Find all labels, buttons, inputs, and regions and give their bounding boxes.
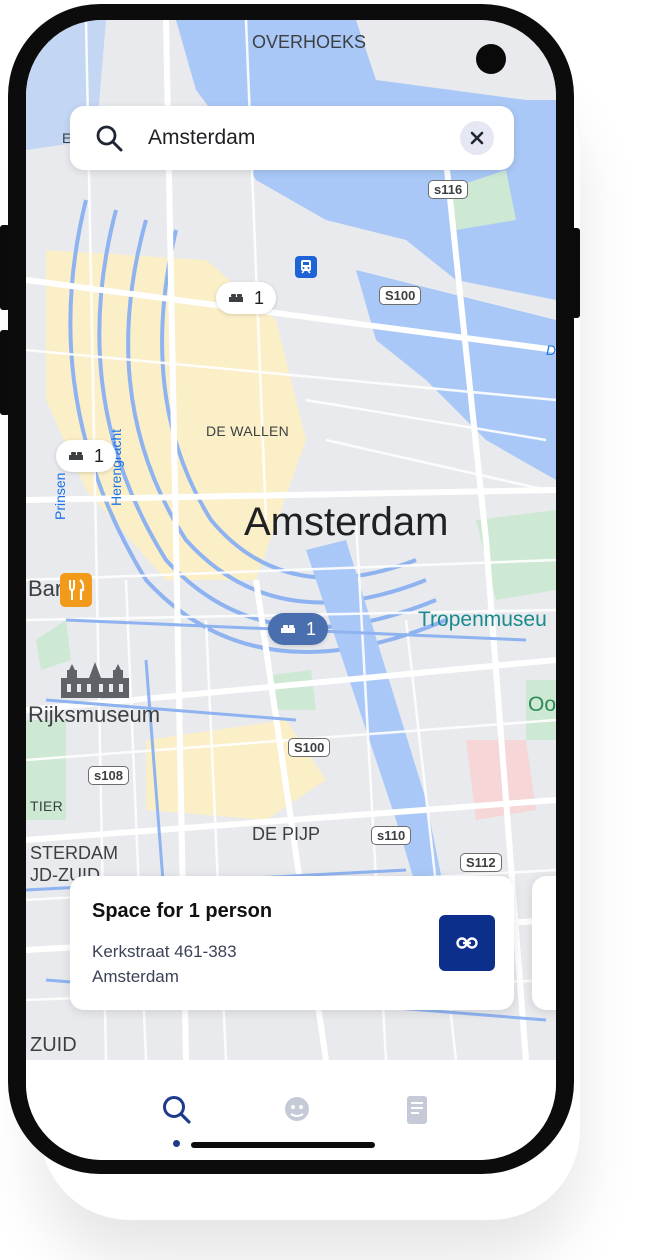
map-label-de-pijp: DE PIJP <box>252 824 321 844</box>
map-marker-accommodation[interactable]: 1 <box>216 282 277 314</box>
search-icon <box>96 125 123 152</box>
nav-tab-search[interactable] <box>159 1092 195 1128</box>
nav-tab-chat[interactable] <box>279 1092 315 1128</box>
route-shield: s116 <box>428 180 469 199</box>
map-label-bar: Bar <box>28 576 63 601</box>
map-label-tropenmuseum: Tropenmuseu <box>418 608 547 631</box>
train-station-icon[interactable] <box>295 256 317 278</box>
chat-icon <box>285 1097 309 1121</box>
clear-search-button[interactable] <box>460 121 494 155</box>
phone-frame: OVERHOEKS E D DE WALLEN Prinsen Herengra… <box>8 4 574 1174</box>
restaurant-icon[interactable] <box>60 573 92 607</box>
nav-tab-documents[interactable] <box>399 1092 435 1128</box>
map-label-zuid: ZUID <box>30 1034 77 1056</box>
route-shield: s110 <box>371 826 412 845</box>
search-icon <box>163 1096 191 1124</box>
map-marker-accommodation-selected[interactable]: 1 <box>268 613 329 645</box>
map-label-prinsengracht: Prinsen <box>52 472 68 520</box>
map-label-rijksmuseum: Rijksmuseum <box>28 702 161 727</box>
map-label-fragment-d: D <box>546 342 556 358</box>
active-tab-indicator <box>173 1140 180 1147</box>
listing-address-street: Kerkstraat 461-383 <box>92 942 237 961</box>
document-icon <box>407 1096 427 1124</box>
bed-icon <box>69 452 83 460</box>
marker-count: 1 <box>254 287 265 308</box>
close-icon <box>470 131 484 145</box>
bed-icon <box>229 294 243 302</box>
map-label-oost: Oos <box>528 693 556 716</box>
marker-count: 1 <box>94 445 105 466</box>
search-input[interactable]: Amsterdam <box>148 126 460 150</box>
link-icon <box>456 937 478 949</box>
bed-icon <box>281 625 295 633</box>
route-shield: S100 <box>288 738 331 757</box>
map-label-sterdam: STERDAM <box>30 843 119 863</box>
map-label-tier: TIER <box>30 798 64 814</box>
marker-count: 1 <box>306 618 317 639</box>
map-label-overhoeks: OVERHOEKS <box>252 32 367 52</box>
next-listing-card[interactable] <box>532 876 556 1010</box>
listing-title: Space for 1 person <box>92 900 273 922</box>
listing-card[interactable]: Space for 1 person Kerkstraat 461-383 Am… <box>70 876 514 1010</box>
phone-screen: OVERHOEKS E D DE WALLEN Prinsen Herengra… <box>26 20 556 1160</box>
route-shield: S112 <box>460 853 502 872</box>
route-shield: s108 <box>88 766 129 785</box>
route-shield: S100 <box>379 286 422 305</box>
home-indicator <box>191 1142 375 1148</box>
map-label-city: Amsterdam <box>244 500 449 544</box>
listing-address-city: Amsterdam <box>92 967 179 986</box>
search-bar[interactable]: Amsterdam <box>70 106 514 170</box>
museum-icon[interactable] <box>59 660 131 700</box>
map-label-de-wallen: DE WALLEN <box>206 423 290 439</box>
front-camera <box>476 44 506 74</box>
open-listing-button[interactable] <box>439 915 495 971</box>
map-marker-accommodation[interactable]: 1 <box>56 440 117 472</box>
